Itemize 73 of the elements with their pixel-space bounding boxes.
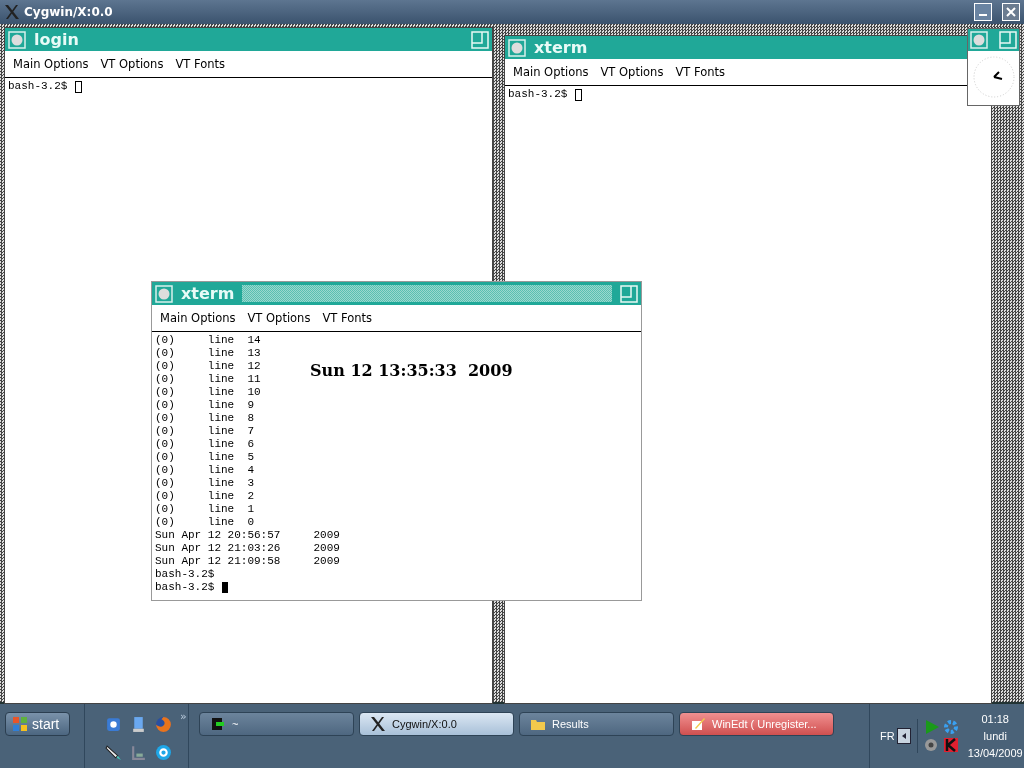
speaker-icon[interactable] — [923, 737, 940, 753]
terminal-line: (0) line 10 — [155, 386, 261, 399]
window-title: xterm — [534, 38, 588, 57]
x-logo-icon — [4, 4, 20, 20]
window-title: xterm — [181, 284, 235, 303]
show-hidden-icons-button[interactable] — [896, 728, 911, 744]
minimize-icon — [979, 14, 987, 16]
resize-icon[interactable] — [620, 284, 638, 303]
terminal-line: (0) line 12 — [155, 360, 261, 373]
window-menu-icon[interactable] — [8, 30, 26, 49]
window-title: Cygwin/X:0.0 — [24, 5, 113, 19]
clock-face-icon — [971, 55, 1016, 99]
firefox-icon[interactable] — [155, 715, 172, 733]
terminal-line: bash-3.2$ — [508, 88, 569, 101]
menu-item[interactable]: VT Options — [100, 57, 164, 71]
close-icon — [1006, 7, 1016, 17]
window-menu-icon[interactable] — [970, 31, 988, 49]
clock-time: 01:18 — [981, 713, 1009, 725]
terminal-line: (0) line 8 — [155, 412, 255, 425]
window-menu-icon[interactable] — [155, 284, 173, 303]
start-button[interactable]: start — [5, 712, 70, 736]
chart-icon[interactable] — [130, 743, 147, 761]
clock-day: lundi — [983, 730, 1007, 742]
terminal-line: Sun Apr 12 20:56:57 2009 — [155, 529, 340, 542]
terminal-line: bash-3.2$ — [8, 80, 69, 93]
computer-icon[interactable] — [130, 715, 147, 733]
terminal-line: Sun Apr 12 21:03:26 2009 — [155, 542, 340, 555]
minimize-button[interactable] — [974, 3, 992, 21]
more-icons-chevron[interactable]: » — [180, 710, 187, 723]
terminal-line: (0) line 2 — [155, 490, 255, 503]
terminal-line: (0) line 4 — [155, 464, 255, 477]
menu-item[interactable]: VT Options — [600, 65, 664, 79]
terminal-line: (0) line 14 — [155, 334, 261, 347]
terminal-line: (0) line 11 — [155, 373, 261, 386]
menu-item[interactable]: Main Options — [160, 311, 236, 325]
resize-icon[interactable] — [999, 31, 1017, 49]
terminal-line: (0) line 13 — [155, 347, 261, 360]
menu-item[interactable]: Main Options — [13, 57, 89, 71]
pencil-icon — [690, 716, 706, 732]
window-title: login — [34, 30, 79, 49]
clock-date: 13/04/2009 — [967, 747, 1023, 759]
play-icon[interactable] — [923, 719, 940, 735]
terminal-line: (0) line 6 — [155, 438, 255, 451]
taskbar-button[interactable]: ~ — [199, 712, 354, 736]
terminal-line: Sun Apr 12 21:09:58 2009 — [155, 555, 340, 568]
menu-item[interactable]: VT Fonts — [175, 57, 225, 71]
pen-icon[interactable] — [105, 743, 122, 761]
close-button[interactable] — [1002, 3, 1020, 21]
terminal-icon — [210, 716, 226, 732]
menu-item[interactable]: Main Options — [513, 65, 589, 79]
terminal-line: (0) line 3 — [155, 477, 255, 490]
terminal-line: (0) line 7 — [155, 425, 255, 438]
terminal-line: (0) line 9 — [155, 399, 255, 412]
menu-item[interactable]: VT Fonts — [322, 311, 372, 325]
taskbar-button[interactable]: Cygwin/X:0.0 — [359, 712, 514, 736]
terminal-line: bash-3.2$ — [155, 581, 216, 594]
window-menu-icon[interactable] — [508, 38, 526, 57]
language-indicator[interactable]: FR — [880, 730, 895, 742]
terminal-line: bash-3.2$ — [155, 568, 215, 581]
taskbar-button[interactable]: Results — [519, 712, 674, 736]
windows-logo-icon — [12, 716, 28, 732]
x-logo-icon — [370, 716, 386, 732]
gear-icon[interactable] — [942, 719, 959, 735]
menu-item[interactable]: VT Options — [247, 311, 311, 325]
browser-icon[interactable] — [105, 715, 122, 733]
shield-k-icon[interactable] — [942, 737, 959, 753]
date-overlay-text: Sun 12 13:35:33 2009 — [310, 364, 513, 377]
menu-item[interactable]: VT Fonts — [675, 65, 725, 79]
terminal-line: (0) line 5 — [155, 451, 255, 464]
terminal-line: (0) line 1 — [155, 503, 255, 516]
chat-icon[interactable] — [155, 743, 172, 761]
terminal-line: (0) line 0 — [155, 516, 255, 529]
resize-icon[interactable] — [471, 30, 489, 49]
